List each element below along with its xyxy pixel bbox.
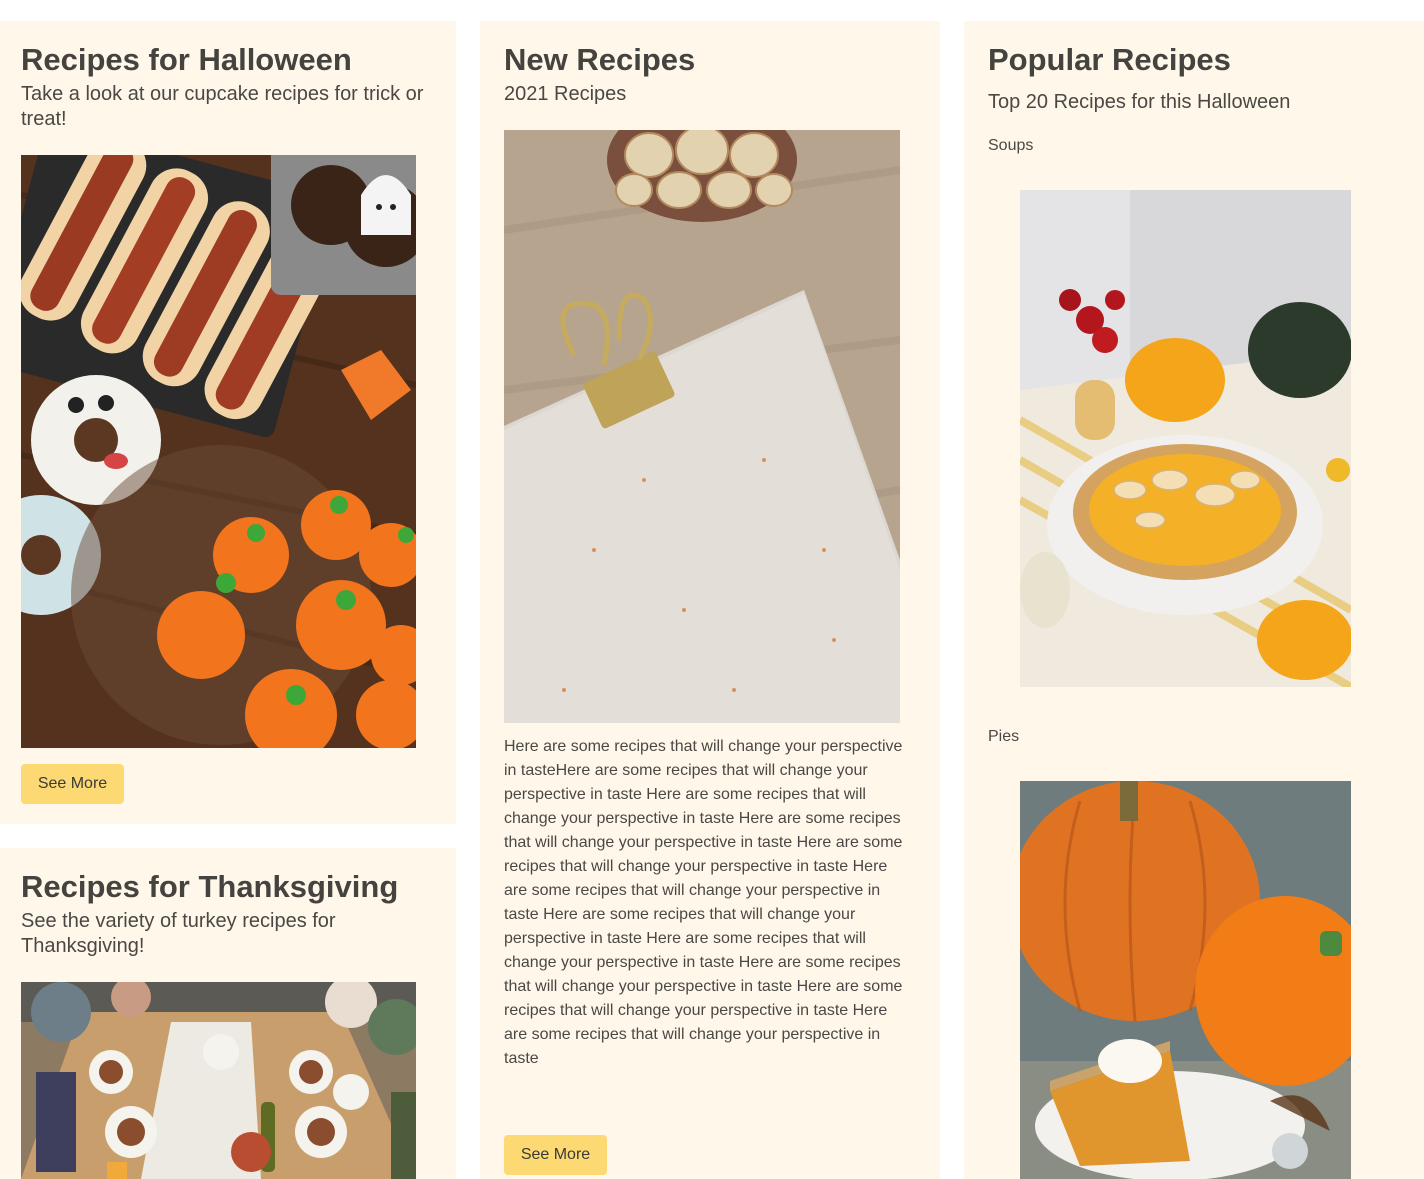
thanksgiving-card: Recipes for Thanksgiving See the variety… — [0, 848, 456, 1179]
popular-recipes-card: Popular Recipes Top 20 Recipes for this … — [964, 21, 1424, 1179]
halloween-subtitle: Take a look at our cupcake recipes for t… — [21, 83, 424, 130]
thanksgiving-subtitle: See the variety of turkey recipes for Th… — [21, 910, 336, 957]
halloween-see-more-button[interactable]: See More — [21, 764, 124, 804]
category-label-soups: Soups — [988, 137, 1034, 154]
notepad-garlic-image — [504, 130, 900, 723]
halloween-treats-image — [21, 155, 416, 748]
new-recipes-subtitle: 2021 Recipes — [504, 83, 627, 105]
category-label-pies: Pies — [988, 728, 1020, 745]
new-recipes-see-more-button[interactable]: See More — [504, 1135, 607, 1175]
new-recipes-description: Here are some recipes that will change y… — [504, 738, 903, 1067]
pumpkin-pie-slice-image — [1020, 781, 1351, 1179]
halloween-title: Recipes for Halloween — [21, 42, 352, 77]
thanksgiving-dinner-image — [21, 982, 416, 1179]
thanksgiving-title: Recipes for Thanksgiving — [21, 869, 399, 904]
halloween-card: Recipes for Halloween Take a look at our… — [0, 21, 456, 824]
pumpkin-pie-image — [1020, 190, 1351, 687]
popular-recipes-title: Popular Recipes — [988, 42, 1231, 77]
new-recipes-card: New Recipes 2021 Recipes Here are some r… — [480, 21, 940, 1179]
popular-recipes-subtitle: Top 20 Recipes for this Halloween — [988, 91, 1291, 113]
new-recipes-title: New Recipes — [504, 42, 696, 77]
